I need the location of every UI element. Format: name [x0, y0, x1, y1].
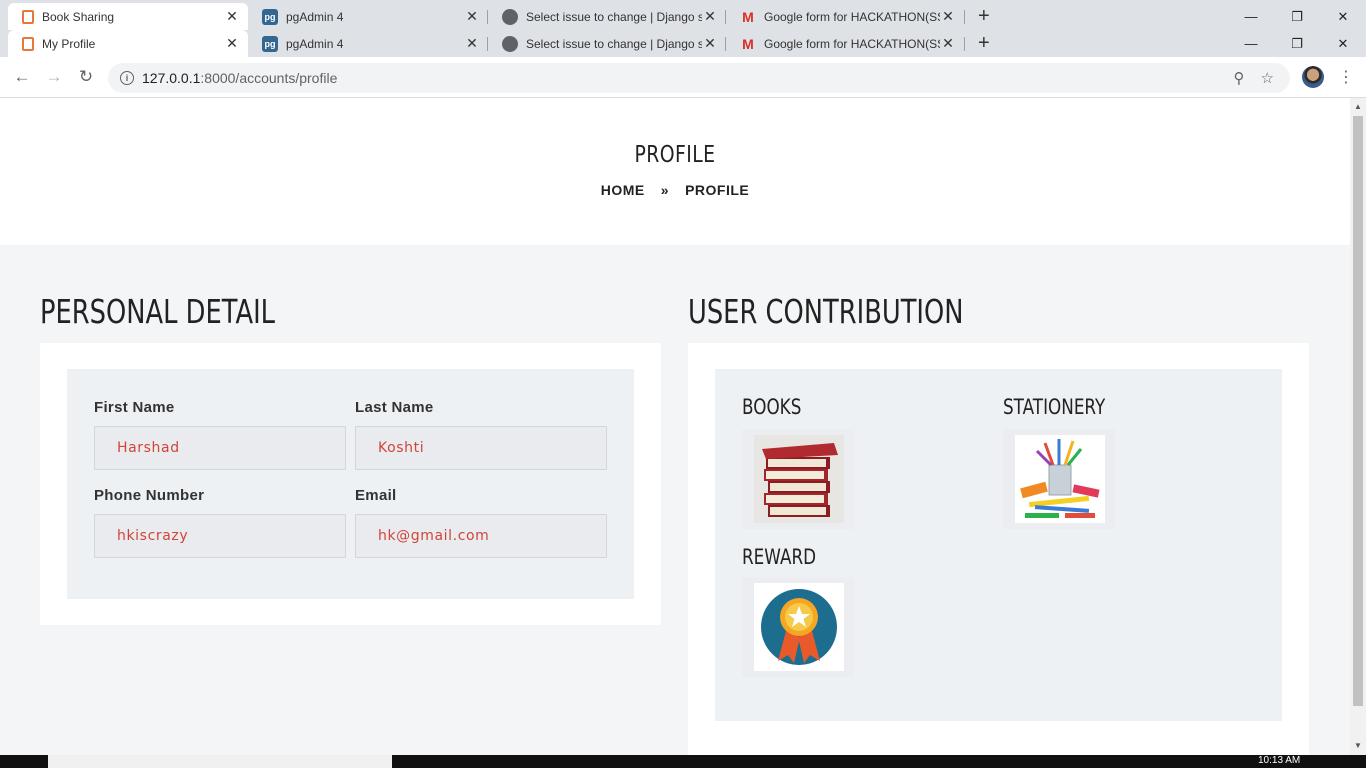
tab-django[interactable]: Select issue to change | Django s ✕	[488, 30, 726, 57]
personal-detail-heading: PERSONAL DETAIL	[40, 292, 276, 331]
profile-avatar[interactable]	[1302, 66, 1324, 88]
reward-image	[754, 583, 844, 671]
restore-button[interactable]: ❐	[1274, 30, 1320, 57]
close-icon[interactable]: ✕	[464, 8, 480, 25]
user-contribution-panel: BOOKS STATIONERY REWARD	[715, 369, 1282, 721]
close-icon[interactable]: ✕	[702, 35, 718, 52]
stationery-image	[1015, 435, 1105, 523]
first-name-label: First Name	[94, 399, 175, 416]
breadcrumb-home[interactable]: HOME	[601, 182, 645, 198]
page-title: PROFILE	[634, 142, 716, 168]
email-field[interactable]: hk@gmail.com	[355, 514, 607, 558]
reward-thumbnail[interactable]	[742, 577, 854, 677]
personal-detail-card: First Name Harshad Last Name Koshti Phon…	[40, 343, 661, 625]
email-label: Email	[355, 487, 397, 504]
url-host: 127.0.0.1	[142, 70, 201, 86]
tab-title: pgAdmin 4	[286, 9, 344, 24]
breadcrumb: HOME » PROFILE	[0, 182, 1350, 198]
globe-icon	[502, 8, 518, 25]
tab-title: pgAdmin 4	[286, 36, 344, 51]
tab-title: My Profile	[42, 36, 96, 51]
scroll-down-icon[interactable]: ▼	[1354, 741, 1362, 750]
stationery-title: STATIONERY	[1003, 395, 1106, 419]
taskbar-search[interactable]	[48, 755, 392, 768]
taskbar-clock: 10:13 AM	[1258, 755, 1301, 766]
browser-toolbar: ← → ↻ i 127.0.0.1:8000/accounts/profile …	[0, 57, 1366, 98]
tab-book-sharing[interactable]: Book Sharing ✕	[8, 3, 248, 30]
tab-title: Select issue to change | Django s	[526, 36, 702, 51]
tab-pgadmin[interactable]: pg pgAdmin 4 ✕	[248, 30, 488, 57]
page-hero: PROFILE HOME » PROFILE	[0, 98, 1350, 245]
tab-strip-window-1: Book Sharing ✕ pg pgAdmin 4 ✕ Select iss…	[0, 3, 1366, 30]
address-bar[interactable]: i 127.0.0.1:8000/accounts/profile ⚲ ☆	[108, 63, 1290, 93]
page-content: PROFILE HOME » PROFILE PERSONAL DETAIL F…	[0, 98, 1350, 755]
new-tab-button[interactable]: +	[978, 5, 990, 28]
books-image	[754, 435, 844, 523]
new-tab-button[interactable]: +	[978, 32, 990, 55]
tab-title: Google form for HACKATHON(SS	[764, 36, 940, 51]
page-scrollbar[interactable]: ▲ ▼	[1350, 98, 1366, 755]
restore-button[interactable]: ❐	[1274, 3, 1320, 30]
gmail-icon: M	[742, 35, 754, 52]
book-icon	[22, 9, 34, 24]
url-path: :8000/accounts/profile	[200, 70, 338, 86]
tab-pgadmin[interactable]: pg pgAdmin 4 ✕	[248, 3, 488, 30]
user-contribution-heading: USER CONTRIBUTION	[688, 292, 964, 331]
url-text[interactable]: 127.0.0.1:8000/accounts/profile	[142, 70, 1234, 86]
tab-google-form[interactable]: M Google form for HACKATHON(SS ✕	[726, 30, 964, 57]
globe-icon	[502, 35, 518, 52]
close-icon[interactable]: ✕	[464, 35, 480, 52]
phone-number-label: Phone Number	[94, 487, 205, 504]
os-taskbar: 10:13 AM	[0, 755, 1366, 768]
tab-separator	[964, 37, 965, 51]
scrollbar-thumb[interactable]	[1353, 116, 1363, 706]
breadcrumb-separator-icon: »	[660, 182, 670, 198]
stationery-thumbnail[interactable]	[1003, 429, 1115, 529]
minimize-button[interactable]: —	[1228, 30, 1274, 57]
tab-separator	[964, 10, 965, 24]
personal-detail-form: First Name Harshad Last Name Koshti Phon…	[67, 369, 634, 599]
pgadmin-icon: pg	[262, 8, 278, 25]
tab-title: Book Sharing	[42, 9, 115, 24]
star-icon[interactable]: ☆	[1261, 69, 1274, 87]
first-name-field[interactable]: Harshad	[94, 426, 346, 470]
minimize-button[interactable]: —	[1228, 3, 1274, 30]
close-window-button[interactable]: ✕	[1320, 3, 1366, 30]
tab-my-profile[interactable]: My Profile ✕	[8, 30, 248, 57]
scroll-up-icon[interactable]: ▲	[1354, 102, 1362, 111]
user-contribution-card: BOOKS STATIONERY REWARD	[688, 343, 1309, 755]
reward-title: REWARD	[742, 545, 817, 569]
last-name-field[interactable]: Koshti	[355, 426, 607, 470]
books-title: BOOKS	[742, 395, 802, 419]
last-name-label: Last Name	[355, 399, 434, 416]
tab-title: Google form for HACKATHON(SS	[764, 9, 940, 24]
zoom-icon[interactable]: ⚲	[1234, 69, 1245, 87]
books-thumbnail[interactable]	[742, 429, 854, 529]
pgadmin-icon: pg	[262, 35, 278, 52]
reload-icon[interactable]: ↻	[75, 67, 97, 87]
breadcrumb-current: PROFILE	[685, 182, 750, 198]
info-icon[interactable]: i	[120, 71, 134, 85]
phone-number-field[interactable]: hkiscrazy	[94, 514, 346, 558]
close-icon[interactable]: ✕	[940, 8, 956, 25]
book-icon	[22, 36, 34, 51]
close-window-button[interactable]: ✕	[1320, 30, 1366, 57]
tab-google-form[interactable]: M Google form for HACKATHON(SS ✕	[726, 3, 964, 30]
close-icon[interactable]: ✕	[224, 8, 240, 25]
tab-title: Select issue to change | Django s	[526, 9, 702, 24]
close-icon[interactable]: ✕	[224, 35, 240, 52]
gmail-icon: M	[742, 8, 754, 25]
back-arrow-icon[interactable]: ←	[11, 67, 33, 87]
menu-dots-icon[interactable]: ⋮	[1338, 67, 1354, 87]
tab-strip-window-2: My Profile ✕ pg pgAdmin 4 ✕ Select issue…	[0, 30, 1366, 57]
close-icon[interactable]: ✕	[940, 35, 956, 52]
close-icon[interactable]: ✕	[702, 8, 718, 25]
forward-arrow-icon[interactable]: →	[43, 67, 65, 87]
tab-django[interactable]: Select issue to change | Django s ✕	[488, 3, 726, 30]
